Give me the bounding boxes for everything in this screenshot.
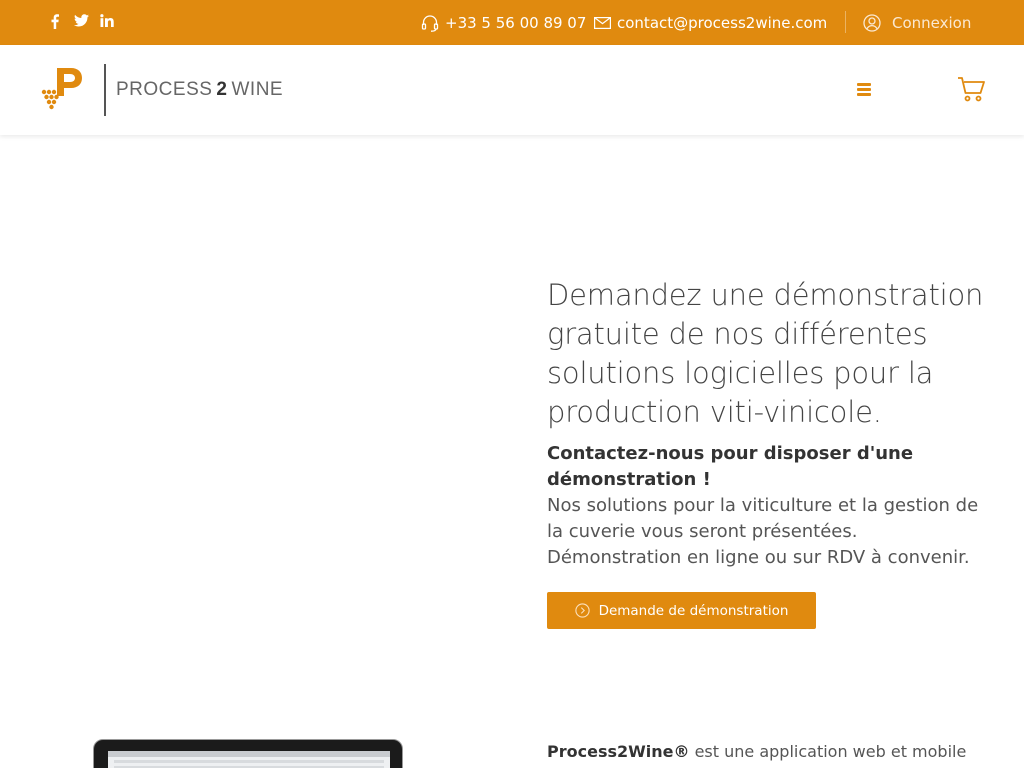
social-links xyxy=(42,12,120,32)
login-label: Connexion xyxy=(892,13,972,32)
product-intro: Process2Wine® est une application web et… xyxy=(547,740,987,764)
site-header: PROCESS 2 WINE xyxy=(0,45,1024,135)
user-icon xyxy=(863,13,881,32)
email-address: contact@process2wine.com xyxy=(617,13,828,32)
request-demo-label: Demande de démonstration xyxy=(598,602,789,619)
product-intro-text: est une application web et mobile xyxy=(689,742,967,761)
phone-link[interactable]: +33 5 56 00 89 07 xyxy=(421,0,586,45)
hero-description: Nos solutions pour la viticulture et la … xyxy=(547,495,979,542)
chevron-circle-right-icon xyxy=(574,603,590,618)
login-link[interactable]: Connexion xyxy=(863,0,971,45)
logo-text: PROCESS 2 WINE xyxy=(116,79,284,100)
top-bar: +33 5 56 00 89 07 contact@process2wine.c… xyxy=(0,0,1024,45)
headset-icon xyxy=(421,14,439,32)
hero-availability: Démonstration en ligne ou sur RDV à conv… xyxy=(547,547,970,568)
logo-grape-icon xyxy=(40,62,96,118)
phone-number: +33 5 56 00 89 07 xyxy=(445,13,587,32)
envelope-icon xyxy=(594,16,611,29)
facebook-icon[interactable] xyxy=(42,12,68,32)
hero-title: Demandez une démonstration gratuite de n… xyxy=(547,278,984,429)
linkedin-icon[interactable] xyxy=(94,12,120,32)
hero-callout: Contactez-nous pour disposer d'une démon… xyxy=(547,443,914,490)
request-demo-button[interactable]: Demande de démonstration xyxy=(547,592,816,629)
email-link[interactable]: contact@process2wine.com xyxy=(594,0,827,45)
laptop-screenshot-image xyxy=(93,739,403,768)
topbar-divider xyxy=(845,11,846,33)
hamburger-menu-icon[interactable] xyxy=(857,83,871,96)
process2wine-logo[interactable]: PROCESS 2 WINE xyxy=(40,62,283,118)
twitter-icon[interactable] xyxy=(68,12,94,32)
shopping-cart-icon[interactable] xyxy=(957,76,985,106)
product-brand: Process2Wine® xyxy=(547,742,690,761)
